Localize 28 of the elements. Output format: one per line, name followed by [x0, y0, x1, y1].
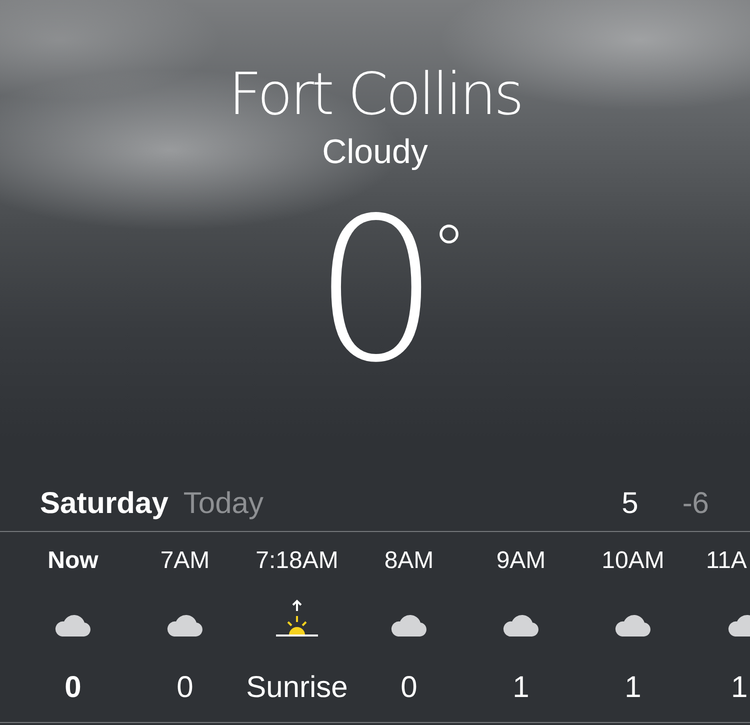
- today-label: Today: [183, 486, 264, 522]
- hourly-temperature: 0: [400, 670, 418, 706]
- hourly-temperature: 0: [64, 670, 82, 706]
- hour-time: 10AM: [602, 546, 664, 576]
- sunrise-label: Sunrise: [246, 670, 348, 706]
- cloud-icon: [727, 612, 750, 637]
- hourly-temperature: 1: [624, 670, 642, 706]
- hour-time: 7:18AM: [256, 546, 338, 576]
- cloud-icon: [390, 612, 428, 637]
- city-name: Fort Collins: [228, 61, 522, 127]
- cloud-icon: [166, 612, 204, 637]
- day-name: Saturday: [40, 486, 168, 522]
- current-temperature: 0$^{°}$: [314, 192, 466, 390]
- high-temperature: 5: [622, 486, 638, 522]
- low-temperature: -6: [682, 486, 709, 522]
- hourly-temperature: 1: [512, 670, 530, 706]
- hour-time: 7AM: [160, 546, 210, 576]
- hour-time: 9AM: [496, 546, 546, 576]
- cloud-icon: [614, 612, 652, 637]
- hour-time: 11A: [706, 546, 747, 576]
- hourly-temperature: 0: [176, 670, 194, 706]
- cloud-icon: [502, 612, 540, 637]
- sunrise-icon: [276, 599, 318, 637]
- hour-time: 8AM: [384, 546, 434, 576]
- hour-time: Now: [48, 546, 98, 576]
- hourly-temperature: 1: [731, 670, 748, 706]
- cloud-icon: [54, 612, 92, 637]
- weather-condition: Cloudy: [322, 132, 428, 172]
